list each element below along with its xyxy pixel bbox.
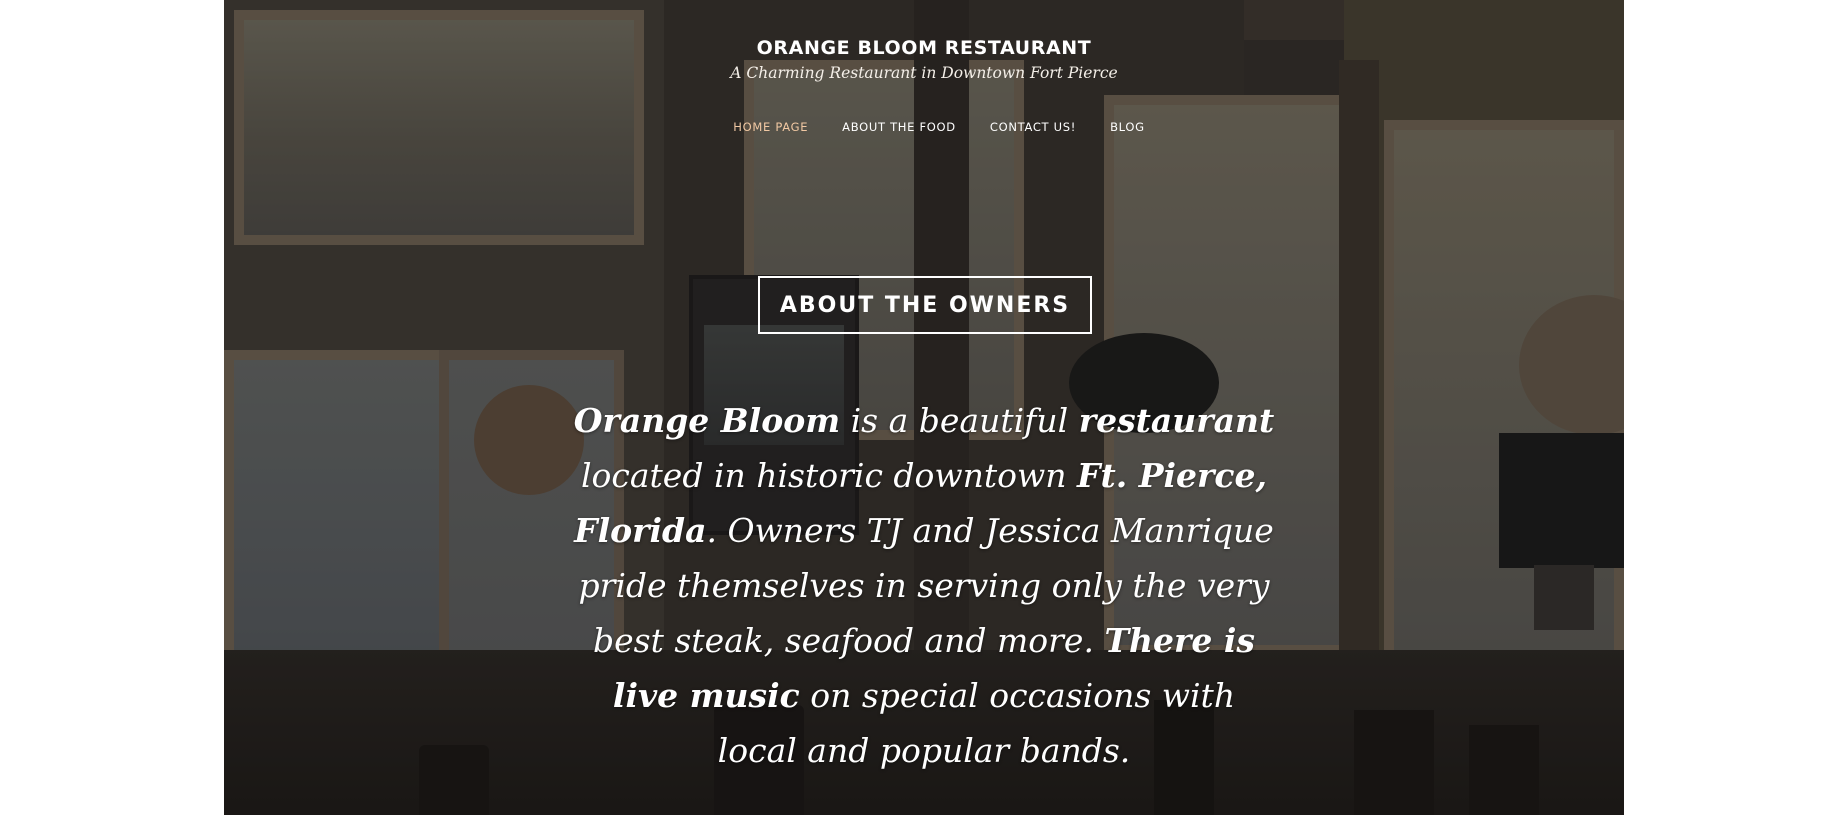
main-navigation: HOME PAGE ABOUT THE FOOD CONTACT US! BLO…	[224, 120, 1624, 134]
nav-contact-us[interactable]: CONTACT US!	[990, 120, 1076, 134]
intro-paragraph: Orange Bloom is a beautiful restaurant l…	[569, 393, 1279, 778]
section-heading-box: ABOUT THE OWNERS	[758, 276, 1092, 334]
site-title[interactable]: ORANGE BLOOM RESTAURANT	[224, 37, 1624, 59]
intro-text: located in historic downtown	[580, 456, 1078, 495]
intro-text-bold: restaurant	[1078, 401, 1275, 440]
site-tagline: A Charming Restaurant in Downtown Fort P…	[730, 64, 1118, 82]
nav-home-page[interactable]: HOME PAGE	[733, 120, 808, 134]
hero-section: ORANGE BLOOM RESTAURANT A Charming Resta…	[224, 0, 1624, 815]
section-heading: ABOUT THE OWNERS	[779, 292, 1071, 318]
intro-text-bold: Orange Bloom	[573, 401, 841, 440]
nav-about-the-food[interactable]: ABOUT THE FOOD	[842, 120, 956, 134]
nav-blog[interactable]: BLOG	[1110, 120, 1145, 134]
intro-text: is a beautiful	[840, 401, 1079, 440]
